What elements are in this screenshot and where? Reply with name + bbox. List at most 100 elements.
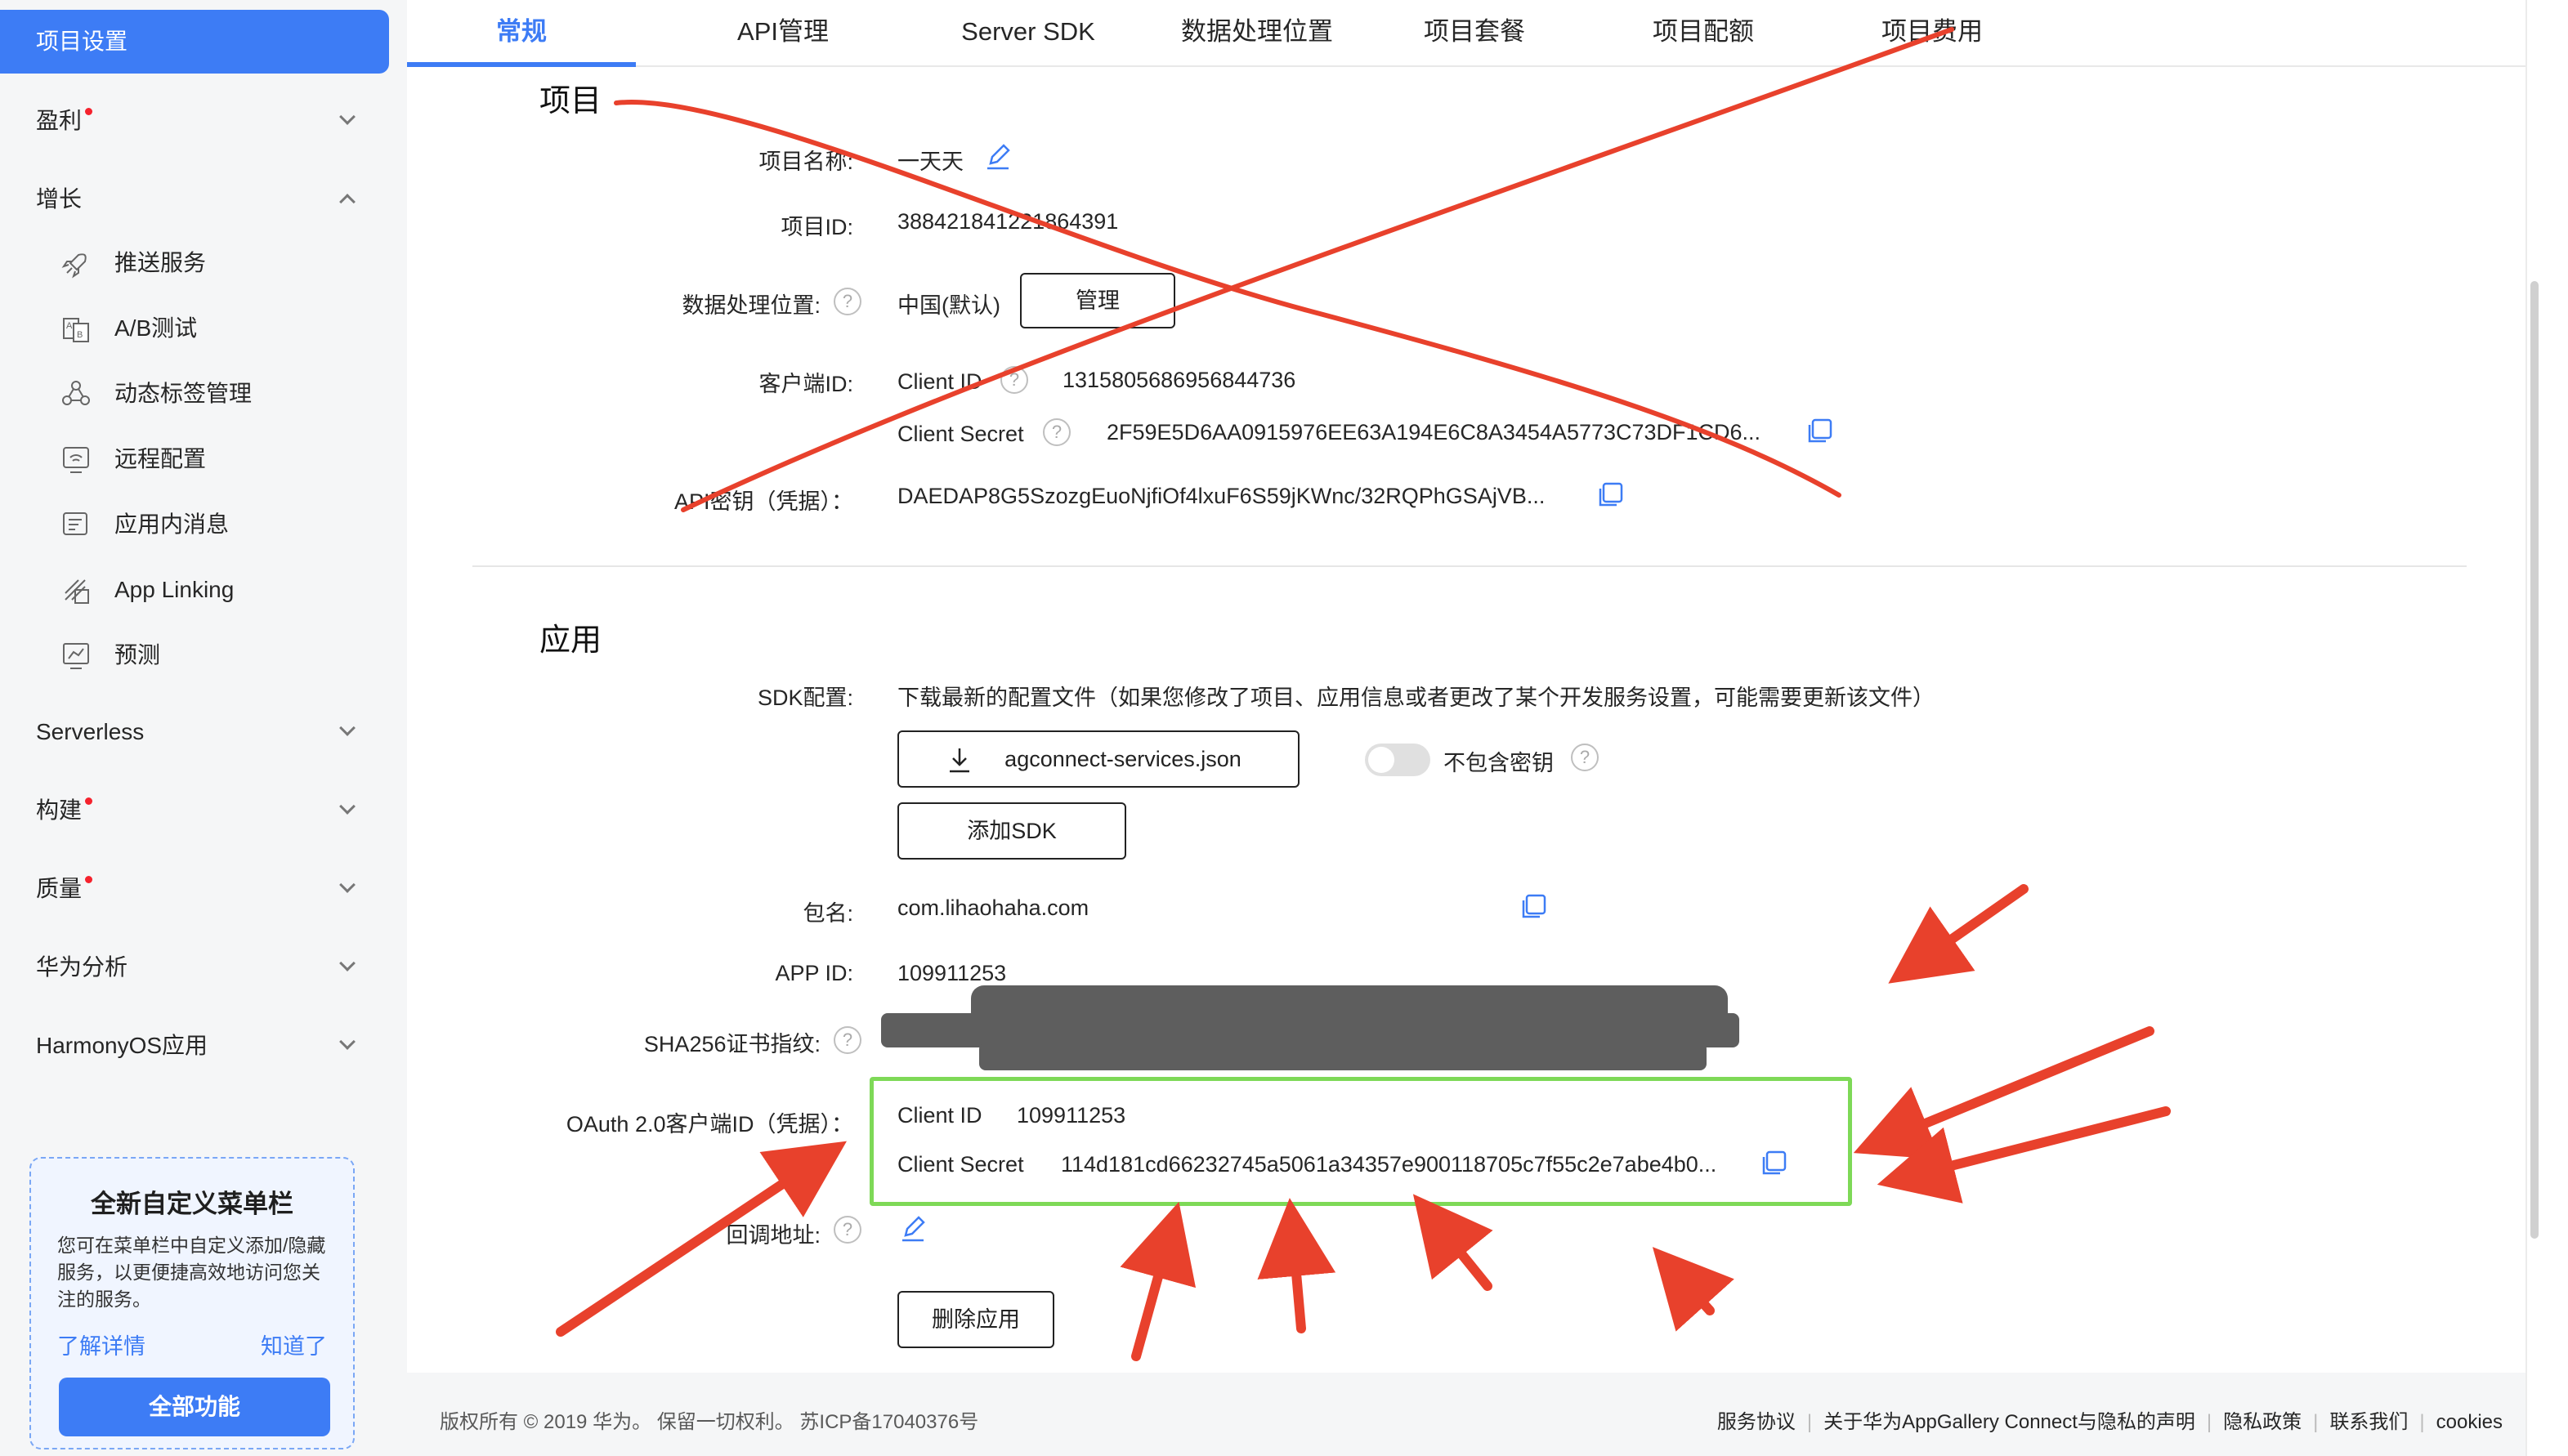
tab-project-plan[interactable]: 项目套餐 xyxy=(1344,0,1605,65)
got-it-link[interactable]: 知道了 xyxy=(261,1329,327,1360)
help-icon[interactable]: ? xyxy=(1571,744,1599,771)
notification-dot xyxy=(85,108,92,115)
tab-project-fees[interactable]: 项目费用 xyxy=(1801,0,2063,65)
sidebar-group-serverless[interactable]: Serverless xyxy=(0,708,389,757)
notification-dot xyxy=(85,876,92,883)
sidebar-group-label: 构建 xyxy=(36,797,83,823)
sidebar-group-harmonyos[interactable]: HarmonyOS应用 xyxy=(0,1021,389,1070)
message-icon xyxy=(63,512,87,535)
add-sdk-button[interactable]: 添加SDK xyxy=(897,802,1126,860)
oauth-highlight-box xyxy=(870,1077,1852,1206)
scrollbar-thumb[interactable] xyxy=(2530,281,2539,1239)
svg-text:B: B xyxy=(77,330,83,340)
sidebar-group-label: HarmonyOS应用 xyxy=(36,1033,208,1058)
download-icon xyxy=(950,748,969,773)
footer-link-cookies[interactable]: cookies xyxy=(2436,1411,2503,1433)
copy-icon[interactable] xyxy=(1595,480,1625,510)
api-key-value: DAEDAP8G5SzozgEuoNjfiOf4lxuF6S59jKWnc/32… xyxy=(897,484,1546,508)
edit-icon[interactable] xyxy=(897,1213,928,1244)
sha256-label: SHA256证书指纹: xyxy=(643,1032,821,1056)
client-secret-value: 2F59E5D6AA0915976EE63A194E6C8A3454A5773C… xyxy=(1107,420,1761,444)
footer-link-privacy-statement[interactable]: 关于华为AppGallery Connect与隐私的声明 xyxy=(1823,1411,2195,1433)
oauth-client-secret-value: 114d181cd66232745a5061a34357e900118705c7… xyxy=(1061,1152,1717,1177)
copy-icon[interactable] xyxy=(1805,417,1834,446)
app-id-value: 109911253 xyxy=(897,961,1007,985)
footer-link-terms[interactable]: 服务协议 xyxy=(1717,1411,1796,1433)
exclude-key-label: 不包含密钥 xyxy=(1443,751,1554,775)
sidebar-group-build[interactable]: 构建 xyxy=(0,786,389,835)
sidebar-group-label: Serverless xyxy=(36,719,145,744)
data-location-value: 中国(默认) xyxy=(897,293,1000,318)
manage-button[interactable]: 管理 xyxy=(1020,273,1175,328)
sidebar-item-project-settings[interactable]: 项目设置 xyxy=(0,10,389,74)
help-icon[interactable]: ? xyxy=(834,1026,861,1054)
footer-link-privacy-policy[interactable]: 隐私政策 xyxy=(2223,1411,2302,1433)
client-secret-label: Client Secret xyxy=(897,422,1024,446)
client-id-group-label: 客户端ID: xyxy=(758,372,853,396)
sidebar-group-analytics[interactable]: 华为分析 xyxy=(0,943,389,992)
tag-network-icon xyxy=(62,381,90,405)
client-id-label: Client ID xyxy=(897,369,982,394)
sidebar-item-in-app-message[interactable]: 应用内消息 xyxy=(0,500,389,549)
learn-more-link[interactable]: 了解详情 xyxy=(57,1329,145,1360)
project-section-title: 项目 xyxy=(539,84,602,118)
oauth-client-id-label: Client ID xyxy=(897,1103,982,1128)
tab-bar: 常规 API管理 Server SDK 数据处理位置 项目套餐 项目配额 项目费… xyxy=(407,0,2525,67)
sidebar-item-push[interactable]: 推送服务 xyxy=(0,239,389,288)
app-section-title: 应用 xyxy=(539,623,602,658)
separator: | xyxy=(2313,1411,2319,1433)
svg-text:A: A xyxy=(66,321,73,331)
chevron-down-icon xyxy=(339,877,356,893)
sidebar-item-remote-config[interactable]: 远程配置 xyxy=(0,435,389,484)
sidebar-item-predict[interactable]: 预测 xyxy=(0,631,389,680)
sidebar-group-monetize[interactable]: 盈利 xyxy=(0,96,389,145)
sidebar-item-dynamic-tag[interactable]: 动态标签管理 xyxy=(0,369,389,418)
main-content: 常规 API管理 Server SDK 数据处理位置 项目套餐 项目配额 项目费… xyxy=(407,0,2525,1373)
footer-links: 服务协议 | 关于华为AppGallery Connect与隐私的声明 | 隐私政策 | 联… xyxy=(1717,1405,2503,1434)
custom-menu-promo: 全新自定义菜单栏 您可在菜单栏中自定义添加/隐藏服务，以更便捷高效地访问您关注的… xyxy=(29,1157,355,1449)
promo-title: 全新自定义菜单栏 xyxy=(91,1190,293,1218)
footer-link-contact[interactable]: 联系我们 xyxy=(2329,1411,2408,1433)
help-icon[interactable]: ? xyxy=(1043,418,1071,446)
sidebar-group-growth[interactable]: 增长 xyxy=(0,175,389,224)
sidebar-group-quality[interactable]: 质量 xyxy=(0,864,389,913)
copy-icon[interactable] xyxy=(1519,892,1548,922)
tab-project-quota[interactable]: 项目配额 xyxy=(1573,0,1834,65)
all-features-button[interactable]: 全部功能 xyxy=(59,1378,330,1436)
sidebar-item-label: 动态标签管理 xyxy=(114,381,253,406)
project-id-value: 388421841221864391 xyxy=(897,209,1119,234)
project-name-label: 项目名称: xyxy=(758,150,853,174)
tab-api-management[interactable]: API管理 xyxy=(652,0,914,65)
sidebar-item-label: 应用内消息 xyxy=(114,511,230,537)
sidebar-group-label: 增长 xyxy=(36,186,83,212)
notification-dot xyxy=(85,797,92,805)
chevron-down-icon xyxy=(339,798,356,815)
ab-test-icon: BA xyxy=(63,318,89,342)
package-name-label: 包名: xyxy=(803,901,853,926)
sidebar: 项目设置 盈利 增长 推送服务 BA A/B测试 动态标签管理 远程配置 应用内… xyxy=(0,0,402,1456)
package-name-value: com.lihaohaha.com xyxy=(897,895,1089,920)
tab-general[interactable]: 常规 xyxy=(407,0,636,65)
section-divider xyxy=(472,565,2467,567)
chevron-down-icon xyxy=(339,720,356,736)
download-config-button[interactable]: agconnect-services.json xyxy=(897,730,1300,788)
chevron-down-icon xyxy=(339,955,356,971)
edit-icon[interactable] xyxy=(982,141,1013,172)
help-icon[interactable]: ? xyxy=(834,288,861,315)
predict-chart-icon xyxy=(63,643,89,669)
sidebar-item-app-linking[interactable]: App Linking xyxy=(0,565,389,614)
oauth-label: OAuth 2.0客户端ID（凭据）： xyxy=(566,1112,853,1137)
delete-app-button[interactable]: 删除应用 xyxy=(897,1291,1054,1348)
sidebar-item-ab-test[interactable]: BA A/B测试 xyxy=(0,304,389,353)
link-icon xyxy=(65,579,89,604)
chevron-down-icon xyxy=(339,1034,356,1050)
footer: 版权所有 © 2019 华为。 保留一切权利。 苏ICP备17040376号 服… xyxy=(407,1373,2525,1456)
app-id-label: APP ID: xyxy=(775,961,853,985)
chevron-up-icon xyxy=(339,194,356,210)
sidebar-group-label: 盈利 xyxy=(36,108,83,133)
help-icon[interactable]: ? xyxy=(1000,366,1028,394)
exclude-key-toggle[interactable] xyxy=(1365,744,1430,776)
separator: | xyxy=(1806,1411,1813,1433)
copy-icon[interactable] xyxy=(1759,1149,1788,1178)
help-icon[interactable]: ? xyxy=(834,1216,861,1244)
